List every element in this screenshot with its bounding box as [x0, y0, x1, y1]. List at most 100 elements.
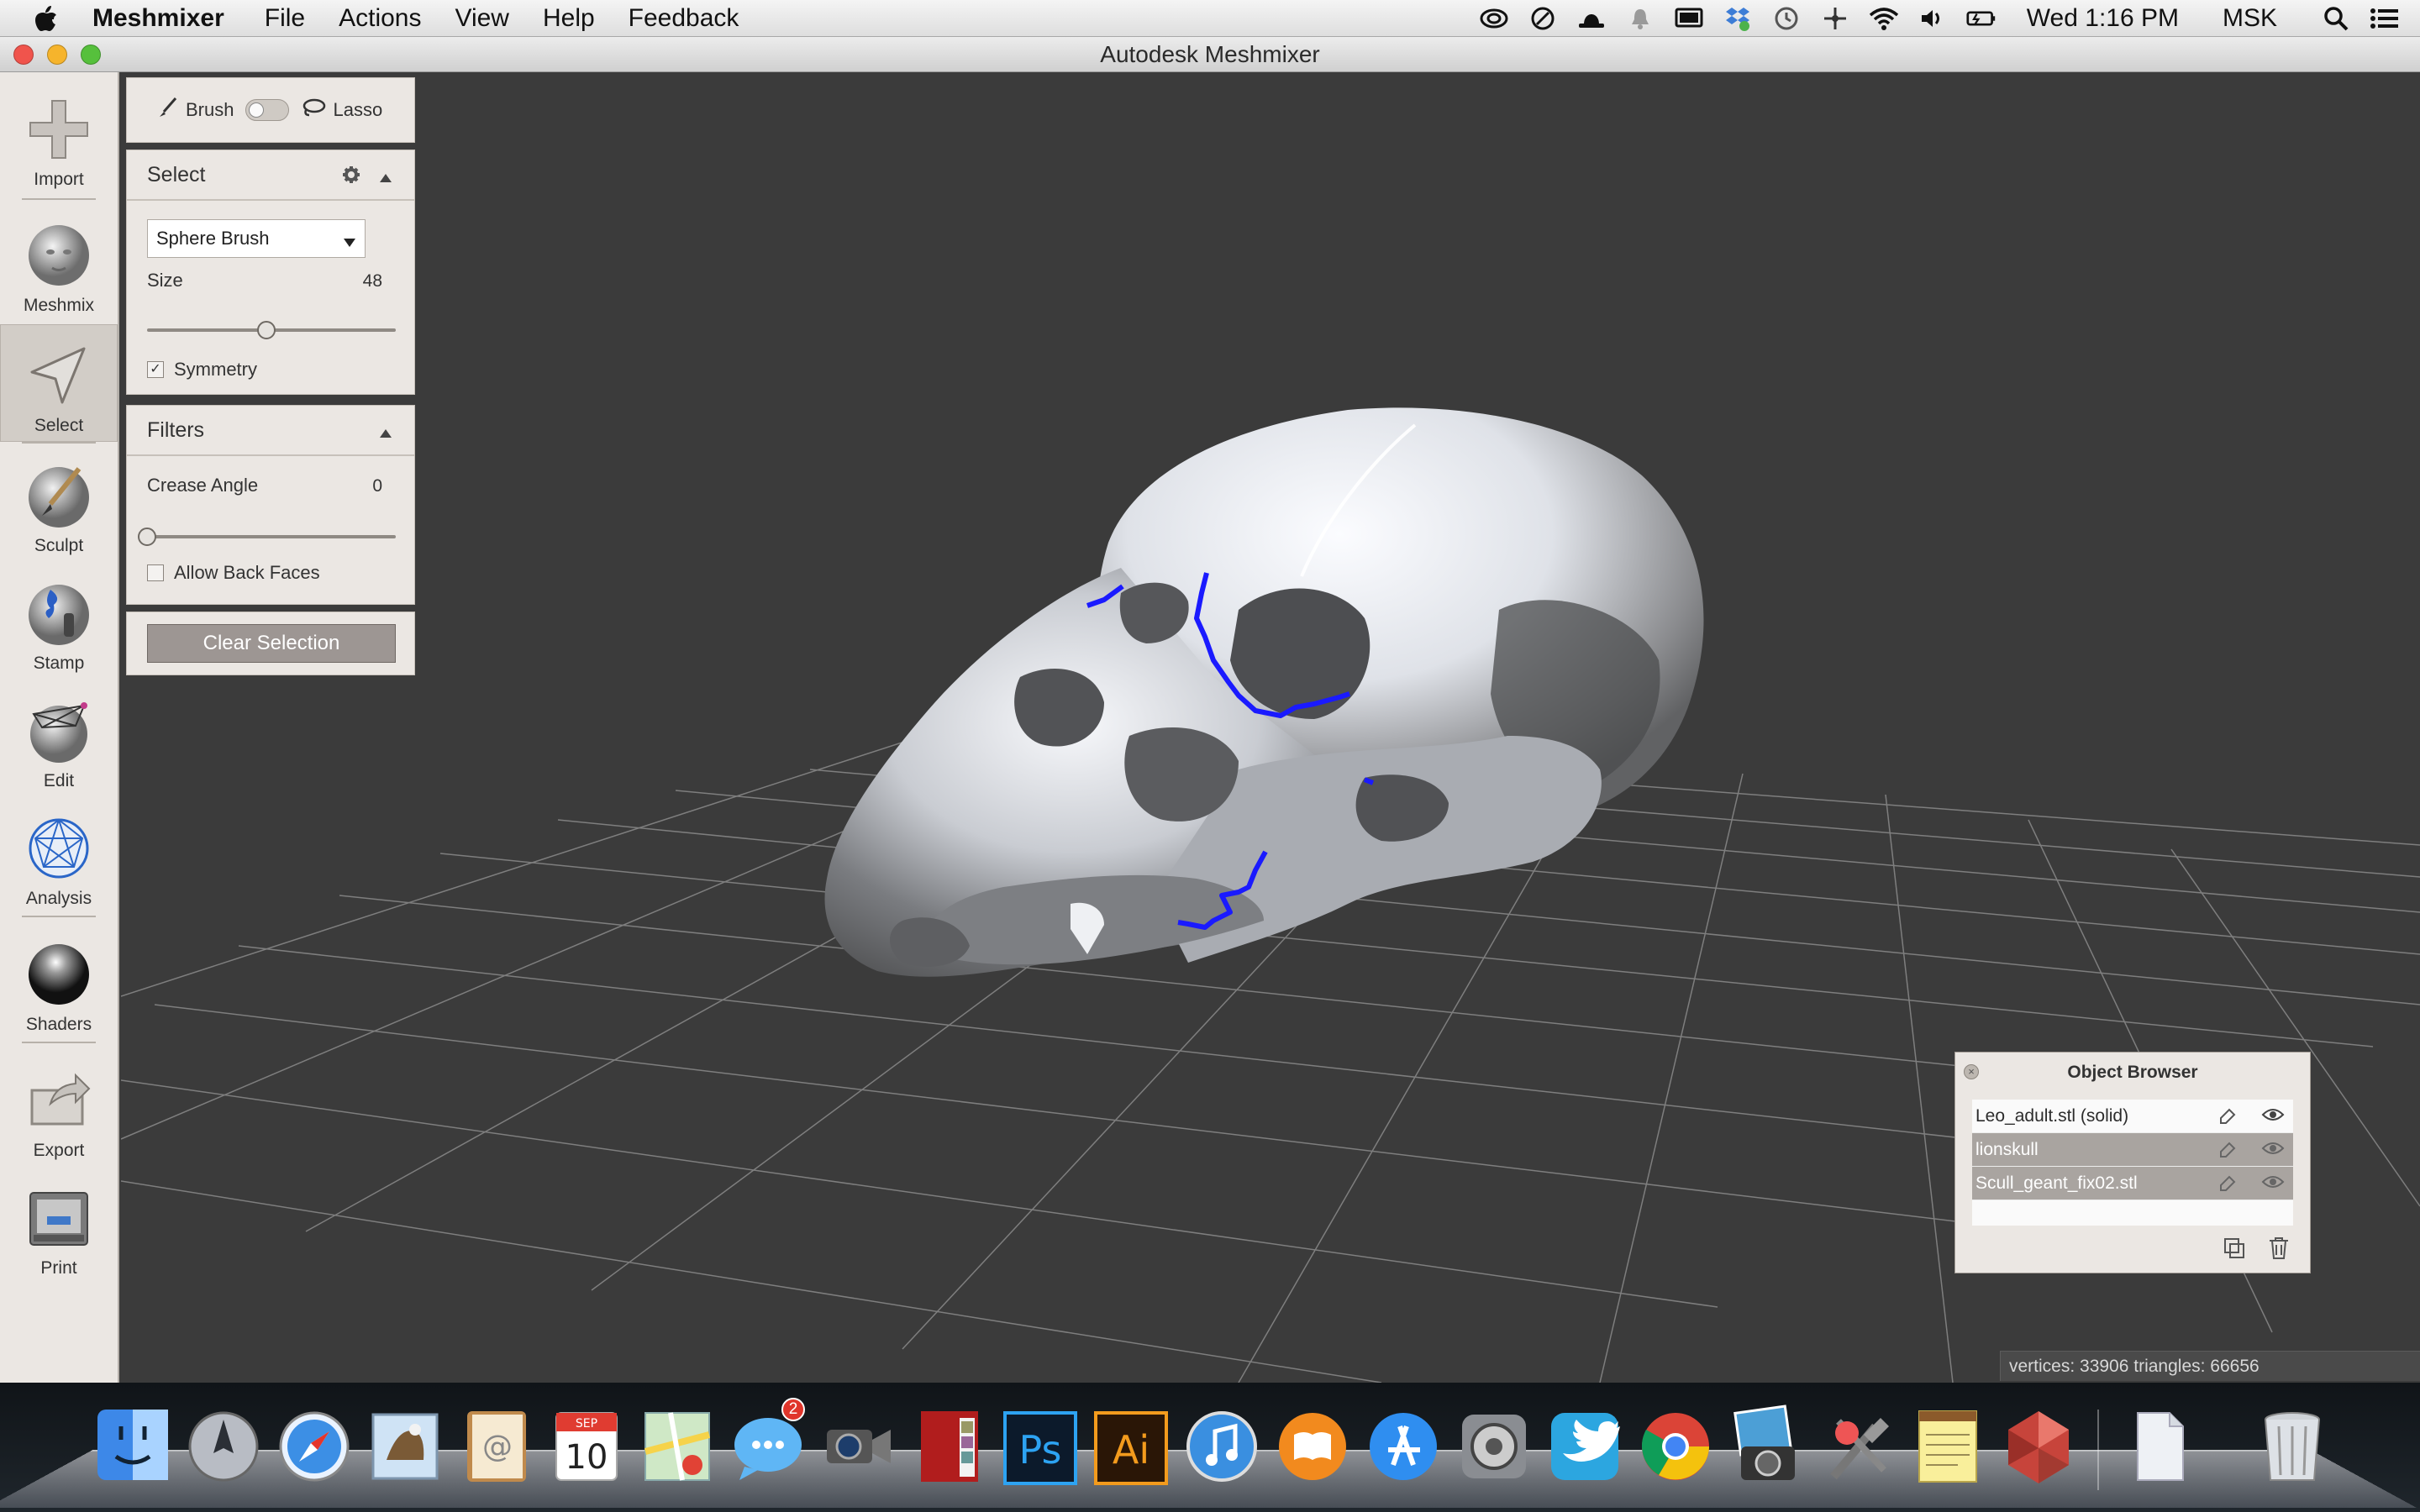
move-icon[interactable]: [1820, 5, 1850, 32]
filters-panel-header[interactable]: Filters: [127, 406, 414, 456]
chrome-icon[interactable]: [1635, 1401, 1716, 1488]
safari-icon[interactable]: [274, 1401, 355, 1488]
utilities-icon[interactable]: [1817, 1401, 1897, 1488]
visibility-eye-icon[interactable]: [2261, 1140, 2285, 1165]
menu-view[interactable]: View: [455, 4, 508, 33]
crease-angle-slider-knob[interactable]: [138, 528, 156, 546]
select-panel-header[interactable]: Select: [127, 150, 414, 201]
hat-icon[interactable]: [1576, 5, 1607, 32]
twitter-icon[interactable]: [1544, 1401, 1625, 1488]
mail-icon[interactable]: [365, 1401, 445, 1488]
tool-sculpt[interactable]: Sculpt: [0, 445, 118, 563]
notification-center-icon[interactable]: [2370, 5, 2400, 32]
symmetry-checkbox[interactable]: ✓: [147, 361, 164, 378]
brush-icon: [157, 97, 179, 123]
messages-icon[interactable]: 2: [728, 1401, 808, 1488]
tool-analysis[interactable]: Analysis: [0, 798, 118, 916]
user-name[interactable]: MSK: [2223, 4, 2277, 33]
ibooks-icon[interactable]: [1272, 1401, 1353, 1488]
tool-label-shaders: Shaders: [26, 1015, 92, 1035]
allow-back-faces-row[interactable]: Allow Back Faces: [147, 562, 320, 584]
collapse-triangle-icon[interactable]: [379, 421, 392, 445]
menu-feedback[interactable]: Feedback: [629, 4, 739, 33]
menu-help[interactable]: Help: [543, 4, 595, 33]
tool-meshmix[interactable]: Meshmix: [0, 205, 118, 323]
notification-icon[interactable]: [1625, 5, 1655, 32]
tool-stamp[interactable]: Stamp: [0, 563, 118, 680]
calendar-day: 10: [566, 1438, 608, 1477]
spotlight-search-icon[interactable]: [2321, 5, 2351, 32]
symmetry-row[interactable]: ✓ Symmetry: [147, 359, 257, 381]
tool-select[interactable]: Select: [0, 324, 118, 442]
trash-icon[interactable]: [2268, 1236, 2290, 1264]
dock: @ SEP 10 2 Ps Ai: [0, 1383, 2420, 1512]
object-row[interactable]: Leo_adult.stl (solid): [1972, 1100, 2293, 1133]
battery-icon[interactable]: [1966, 5, 1996, 32]
facetime-icon[interactable]: [818, 1401, 899, 1488]
tool-edit[interactable]: Edit: [0, 680, 118, 798]
maps-icon[interactable]: [637, 1401, 718, 1488]
minimize-window-button[interactable]: [47, 45, 67, 65]
iphoto-icon[interactable]: [1726, 1401, 1807, 1488]
photoshop-icon[interactable]: Ps: [1000, 1401, 1081, 1488]
select-arrow-icon: [24, 340, 94, 411]
menu-actions[interactable]: Actions: [339, 4, 421, 33]
tool-label-select: Select: [34, 416, 83, 436]
photo-booth-icon[interactable]: [909, 1401, 990, 1488]
clear-selection-panel: Clear Selection: [126, 612, 415, 675]
menu-app-name[interactable]: Meshmixer: [92, 4, 224, 33]
lasso-mode-label[interactable]: Lasso: [333, 99, 382, 121]
crease-angle-value[interactable]: 0: [372, 476, 382, 496]
volume-icon[interactable]: [1918, 5, 1948, 32]
launchpad-icon[interactable]: [183, 1401, 264, 1488]
dropbox-icon[interactable]: [1723, 5, 1753, 32]
object-row[interactable]: lionskull: [1972, 1133, 2293, 1167]
visibility-eye-icon[interactable]: [2261, 1106, 2285, 1131]
duplicate-object-icon[interactable]: [2223, 1236, 2246, 1264]
zoom-window-button[interactable]: [81, 45, 101, 65]
system-preferences-icon[interactable]: [1454, 1401, 1534, 1488]
document-stack-icon[interactable]: [2118, 1401, 2198, 1488]
object-row[interactable]: Scull_geant_fix02.stl: [1972, 1167, 2293, 1200]
trash-icon[interactable]: [2252, 1401, 2333, 1488]
display-icon[interactable]: [1674, 5, 1704, 32]
size-slider-knob[interactable]: [257, 321, 276, 339]
tool-label-stamp: Stamp: [34, 654, 85, 674]
brush-lasso-switch[interactable]: [245, 99, 289, 121]
clear-selection-button[interactable]: Clear Selection: [147, 624, 396, 663]
finder-icon[interactable]: [92, 1401, 173, 1488]
tool-import[interactable]: Import: [0, 79, 118, 197]
collapse-triangle-icon[interactable]: [379, 165, 392, 190]
allow-back-faces-checkbox[interactable]: [147, 564, 164, 581]
close-window-button[interactable]: [13, 45, 34, 65]
visibility-eye-icon[interactable]: [2261, 1173, 2285, 1199]
shader-sphere-icon: [24, 939, 94, 1010]
brush-type-dropdown[interactable]: Sphere Brush: [147, 219, 366, 258]
time-machine-icon[interactable]: [1771, 5, 1802, 32]
crease-angle-slider-track[interactable]: [147, 535, 396, 538]
illustrator-icon[interactable]: Ai: [1091, 1401, 1171, 1488]
tool-shaders[interactable]: Shaders: [0, 924, 118, 1042]
tool-print[interactable]: Print: [0, 1168, 118, 1285]
tool-export[interactable]: Export: [0, 1050, 118, 1168]
edit-object-icon[interactable]: [2217, 1106, 2238, 1131]
size-value[interactable]: 48: [363, 271, 382, 291]
app-store-icon[interactable]: [1363, 1401, 1444, 1488]
contacts-icon[interactable]: @: [455, 1401, 536, 1488]
menu-file[interactable]: File: [265, 4, 305, 33]
wifi-icon[interactable]: [1869, 5, 1899, 32]
object-name: lionskull: [1975, 1140, 2039, 1160]
brush-mode-label[interactable]: Brush: [186, 99, 234, 121]
gear-icon[interactable]: [342, 165, 360, 190]
notes-icon[interactable]: [1907, 1401, 1988, 1488]
meshmixer-app-icon[interactable]: [1998, 1401, 2079, 1488]
sync-icon[interactable]: [1528, 5, 1558, 32]
itunes-icon[interactable]: [1181, 1401, 1262, 1488]
tool-separator: [22, 198, 96, 200]
creative-cloud-icon[interactable]: [1479, 5, 1509, 32]
clock[interactable]: Wed 1:16 PM: [2027, 4, 2179, 33]
apple-menu-icon[interactable]: [0, 4, 92, 33]
edit-object-icon[interactable]: [2217, 1140, 2238, 1165]
calendar-icon[interactable]: SEP 10: [546, 1401, 627, 1488]
edit-object-icon[interactable]: [2217, 1173, 2238, 1199]
